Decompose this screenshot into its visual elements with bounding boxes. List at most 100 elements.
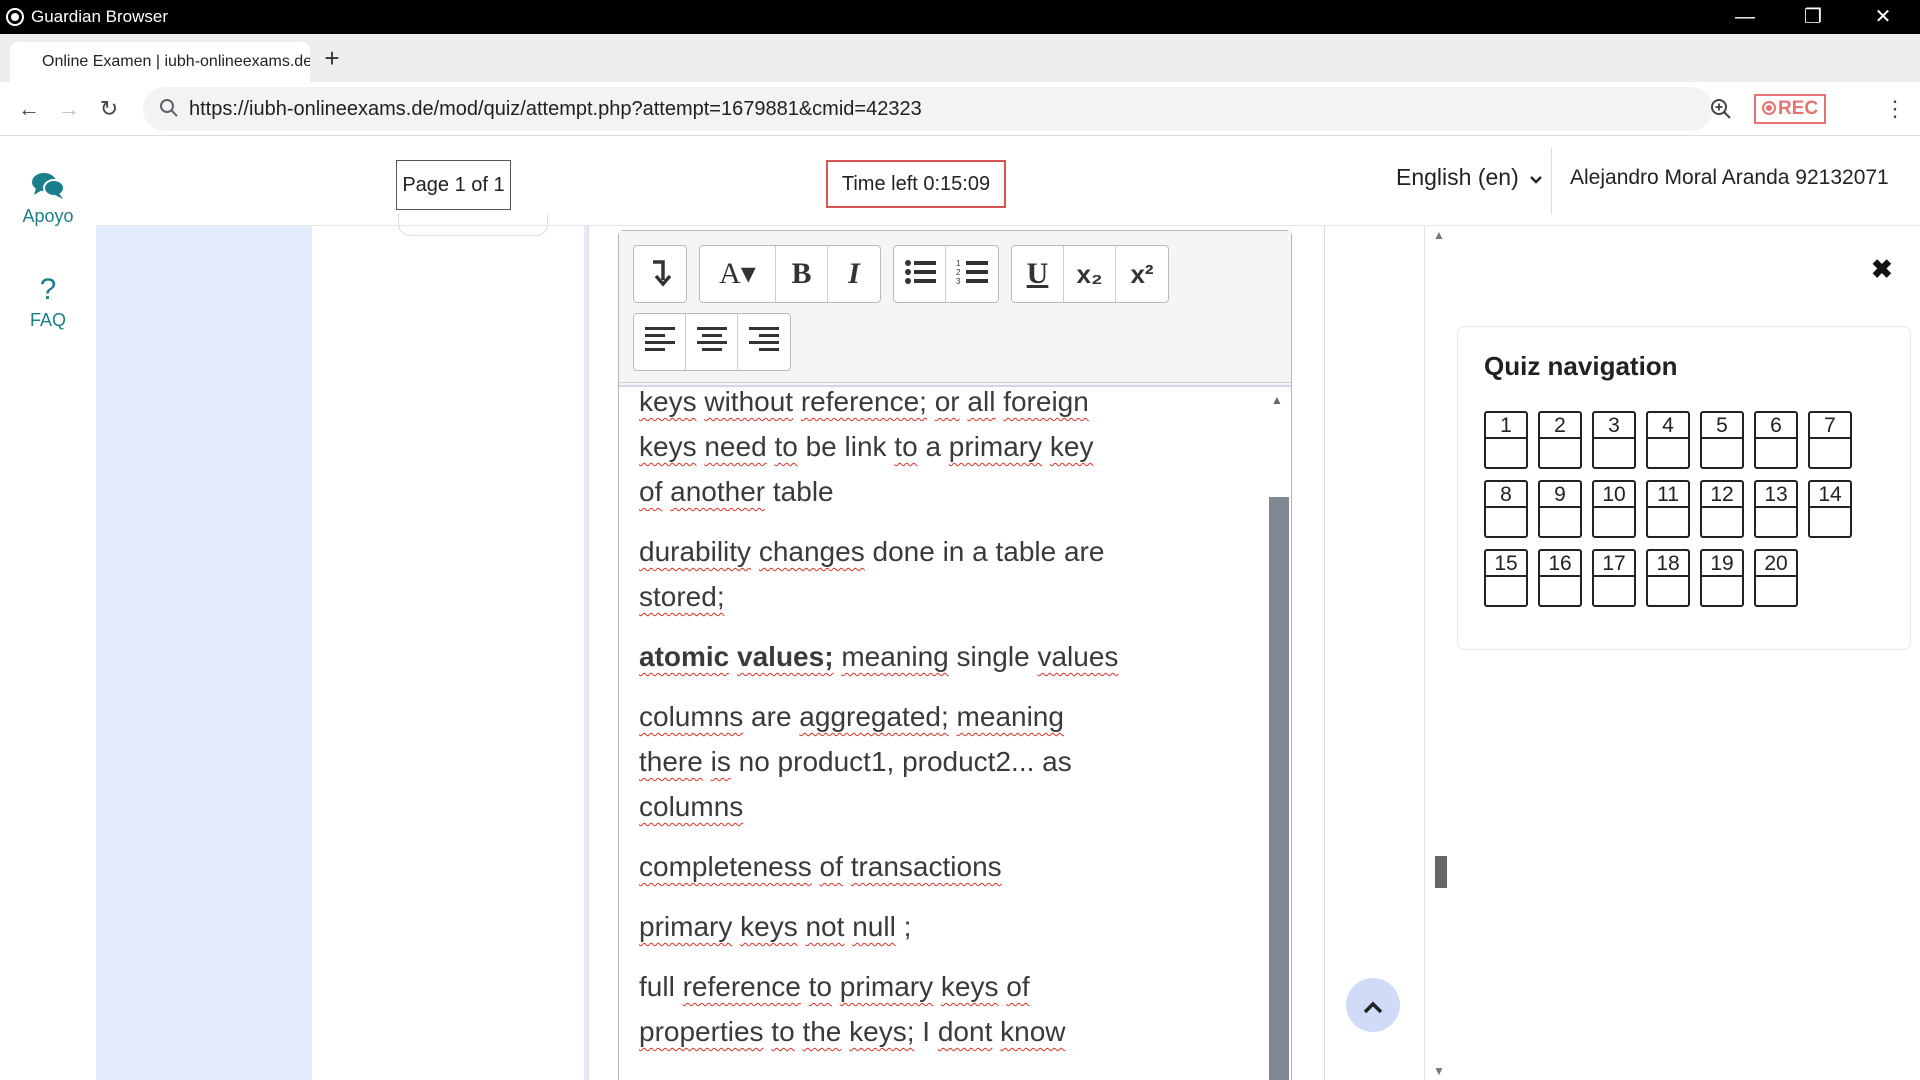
page-indicator: Page 1 of 1 <box>396 160 511 210</box>
question-nav-button[interactable]: 11 <box>1646 480 1690 538</box>
scroll-up-arrow-icon[interactable]: ▲ <box>1271 393 1283 407</box>
svg-text:2: 2 <box>956 268 961 277</box>
answer-paragraph: primary keys not null ; <box>639 911 912 942</box>
toolbar-group-lists: 1 2 3 <box>893 245 999 303</box>
subscript-icon[interactable]: x₂ <box>1064 246 1116 302</box>
user-name[interactable]: Alejandro Moral Aranda 92132071 <box>1570 166 1889 190</box>
chevron-down-icon <box>1530 176 1542 184</box>
drawer-scrollbar-thumb[interactable] <box>1435 856 1447 888</box>
answer-paragraph: durability changes done in a table are s… <box>639 536 1105 612</box>
toolbar-group-text: A▾ B I <box>699 245 881 303</box>
language-selector[interactable]: English (en) <box>1396 164 1543 191</box>
italic-icon[interactable]: I <box>828 246 880 302</box>
tab-online-examen[interactable]: Online Examen | iubh-onlineexams.de <box>10 42 310 82</box>
question-nav-button[interactable]: 1 <box>1484 411 1528 469</box>
window-title-bar: Guardian Browser — ❐ ✕ <box>0 0 1920 34</box>
answer-text-area[interactable]: keys without reference; or all foreign k… <box>619 385 1291 1080</box>
answer-paragraph: columns are aggregated; meaning there is… <box>639 701 1072 822</box>
back-button[interactable]: ← <box>16 96 42 122</box>
editor-scrollbar-thumb[interactable] <box>1269 497 1289 1080</box>
answer-paragraph: full reference to primary keys of proper… <box>639 971 1066 1047</box>
question-nav-button[interactable]: 17 <box>1592 549 1636 607</box>
editor-toolbar: A▾ B I 1 2 3 U x₂ x² <box>619 231 1291 383</box>
question-nav-button[interactable]: 14 <box>1808 480 1852 538</box>
answer-editor: A▾ B I 1 2 3 U x₂ x² keys without refere… <box>618 230 1292 1080</box>
question-number: 17 <box>1594 551 1634 577</box>
answer-paragraph: keys without reference; or all foreign k… <box>639 386 1094 507</box>
question-info-panel <box>312 214 584 1080</box>
question-number: 13 <box>1756 482 1796 508</box>
language-label: English (en) <box>1396 164 1519 190</box>
column-divider <box>588 226 589 1080</box>
question-number: 7 <box>1810 413 1850 439</box>
question-nav-button[interactable]: 2 <box>1538 411 1582 469</box>
content-right-margin <box>1324 226 1408 1080</box>
question-nav-button[interactable]: 18 <box>1646 549 1690 607</box>
question-number: 3 <box>1594 413 1634 439</box>
drawer-scroll-up-icon[interactable]: ▲ <box>1433 228 1445 242</box>
answer-paragraph: completeness of transactions <box>639 851 1002 882</box>
bullet-list-icon[interactable] <box>894 246 946 302</box>
question-number: 4 <box>1648 413 1688 439</box>
forward-button[interactable]: → <box>56 96 82 122</box>
header-divider <box>1551 148 1552 214</box>
align-left-icon[interactable] <box>634 314 686 370</box>
address-bar[interactable]: https://iubh-onlineexams.de/mod/quiz/att… <box>143 87 1713 131</box>
minimize-button[interactable]: — <box>1710 0 1780 34</box>
more-menu-icon[interactable]: ⋮ <box>1882 96 1908 122</box>
question-nav-button[interactable]: 9 <box>1538 480 1582 538</box>
underline-icon[interactable]: U <box>1012 246 1064 302</box>
question-number: 1 <box>1486 413 1526 439</box>
quiz-navigation-block: Quiz navigation 1 2 3 4 5 6 7 8 9 10 11 12 13 14 15 16 1… <box>1457 326 1911 650</box>
sidenav-label-faq: FAQ <box>29 310 66 330</box>
superscript-icon[interactable]: x² <box>1116 246 1168 302</box>
question-nav-button[interactable]: 5 <box>1700 411 1744 469</box>
sidenav-item-faq[interactable]: ? FAQ <box>0 270 96 331</box>
question-number: 10 <box>1594 482 1634 508</box>
sidenav-item-apoyo[interactable]: Apoyo <box>0 166 96 227</box>
question-nav-button[interactable]: 13 <box>1754 480 1798 538</box>
url-text[interactable]: https://iubh-onlineexams.de/mod/quiz/att… <box>189 98 922 121</box>
rec-indicator: REC <box>1754 94 1826 124</box>
answer-text[interactable]: keys without reference; or all foreign k… <box>639 386 1139 1069</box>
side-nav: Apoyo ? FAQ <box>0 136 96 1080</box>
question-nav-button[interactable]: 7 <box>1808 411 1852 469</box>
rec-label: REC <box>1777 98 1819 119</box>
question-nav-button[interactable]: 12 <box>1700 480 1744 538</box>
question-nav-button[interactable]: 8 <box>1484 480 1528 538</box>
back-to-top-button[interactable] <box>1346 978 1400 1032</box>
question-nav-button[interactable]: 19 <box>1700 549 1744 607</box>
question-number: 20 <box>1756 551 1796 577</box>
align-right-icon[interactable] <box>738 314 790 370</box>
window-title: Guardian Browser <box>31 7 169 26</box>
question-nav-button[interactable]: 20 <box>1754 549 1798 607</box>
question-nav-button[interactable]: 10 <box>1592 480 1636 538</box>
tab-label: Online Examen | iubh-onlineexams.de <box>42 53 310 70</box>
quiz-navigation-drawer: ▲ ▼ ✖ Quiz navigation 1 2 3 4 5 6 7 8 9 10 11 12 13 1… <box>1424 226 1920 1080</box>
question-nav-button[interactable]: 4 <box>1646 411 1690 469</box>
question-nav-button[interactable]: 15 <box>1484 549 1528 607</box>
question-number: 14 <box>1810 482 1850 508</box>
font-size-icon[interactable]: A▾ <box>700 246 776 302</box>
reload-button[interactable]: ↻ <box>96 96 122 122</box>
zoom-icon[interactable] <box>1710 98 1732 120</box>
toolbar-toggle-button[interactable] <box>634 246 686 302</box>
arrow-down-icon <box>653 260 672 287</box>
close-drawer-icon[interactable]: ✖ <box>1871 254 1893 285</box>
search-icon <box>160 99 178 117</box>
new-tab-button[interactable]: + <box>318 44 346 72</box>
answer-paragraph: atomic values; meaning single values <box>639 641 1119 672</box>
time-left-timer: Time left 0:15:09 <box>826 160 1006 208</box>
question-nav-button[interactable]: 3 <box>1592 411 1636 469</box>
toolbar-group-align <box>633 313 791 371</box>
close-window-button[interactable]: ✕ <box>1848 0 1918 34</box>
bold-icon[interactable]: B <box>776 246 828 302</box>
question-number: 6 <box>1756 413 1796 439</box>
align-center-icon[interactable] <box>686 314 738 370</box>
drawer-scroll-down-icon[interactable]: ▼ <box>1433 1064 1445 1078</box>
question-nav-button[interactable]: 16 <box>1538 549 1582 607</box>
restore-button[interactable]: ❐ <box>1778 0 1848 34</box>
numbered-list-icon[interactable]: 1 2 3 <box>946 246 998 302</box>
question-nav-button[interactable]: 6 <box>1754 411 1798 469</box>
question-icon: ? <box>39 273 57 306</box>
